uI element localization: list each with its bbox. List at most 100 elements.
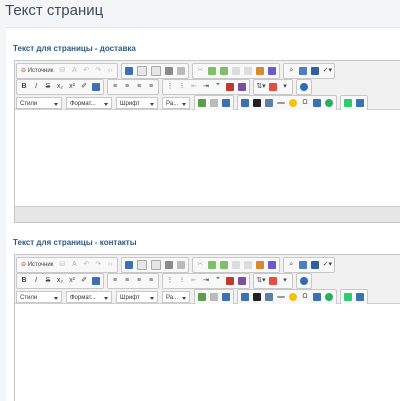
paste-text-icon[interactable] bbox=[232, 260, 241, 269]
bidi-icon[interactable] bbox=[238, 82, 246, 91]
bg-color-icon[interactable] bbox=[269, 276, 277, 285]
outdent-icon[interactable]: ⇤ bbox=[189, 276, 199, 286]
div-container-icon[interactable] bbox=[226, 276, 234, 285]
save-template-icon[interactable]: ⛁ bbox=[57, 260, 67, 270]
table-icon[interactable] bbox=[265, 292, 273, 301]
link-icon[interactable] bbox=[198, 98, 206, 107]
numbered-list-icon[interactable]: ⋮ bbox=[165, 82, 175, 92]
source-button[interactable]: ⊖ Источник bbox=[19, 66, 55, 76]
search-icon[interactable]: ⌕ bbox=[286, 66, 296, 76]
blockquote-icon[interactable]: ❞ bbox=[213, 276, 223, 286]
bulleted-list-icon[interactable]: ⁝ bbox=[177, 276, 187, 286]
align-left-icon[interactable]: ≡ bbox=[110, 82, 120, 92]
anchor-icon[interactable] bbox=[222, 292, 230, 301]
replace-icon[interactable] bbox=[268, 66, 277, 75]
paste-word-icon[interactable] bbox=[244, 260, 253, 269]
subscript-button[interactable]: x₂ bbox=[55, 82, 65, 92]
print-icon[interactable] bbox=[165, 66, 174, 75]
preview-icon[interactable] bbox=[151, 259, 162, 270]
table-icon[interactable] bbox=[265, 98, 273, 107]
templates-icon[interactable] bbox=[177, 66, 186, 75]
editor-content-delivery[interactable] bbox=[15, 110, 400, 206]
strike-button[interactable]: S bbox=[43, 82, 53, 92]
numbered-list-icon[interactable]: ⋮ bbox=[165, 276, 175, 286]
align-center-icon[interactable]: ≡ bbox=[122, 82, 132, 92]
remove-format-icon[interactable]: ✐ bbox=[79, 276, 89, 286]
align-left-icon[interactable]: ≡ bbox=[110, 276, 120, 286]
maximize-icon[interactable] bbox=[311, 260, 320, 269]
info-icon[interactable] bbox=[300, 276, 308, 285]
styles-select[interactable]: Стили bbox=[16, 290, 62, 303]
font-select[interactable]: Шрифт bbox=[116, 290, 158, 303]
blockquote-icon[interactable]: ❞ bbox=[213, 82, 223, 92]
copy-format-icon[interactable] bbox=[92, 276, 100, 285]
iframe-icon[interactable] bbox=[325, 292, 333, 301]
editor-content-contacts[interactable] bbox=[15, 304, 400, 400]
text-color-icon[interactable]: ⇅▾ bbox=[256, 82, 266, 92]
select-all-icon[interactable] bbox=[299, 260, 308, 269]
cut-icon[interactable]: ✂ bbox=[195, 66, 205, 76]
info-icon[interactable] bbox=[300, 82, 308, 91]
new-page-icon[interactable] bbox=[137, 259, 148, 270]
find-icon[interactable] bbox=[256, 260, 265, 269]
smiley-icon[interactable] bbox=[289, 292, 297, 301]
italic-button[interactable]: I bbox=[31, 82, 41, 92]
italic-button[interactable]: I bbox=[31, 276, 41, 286]
align-right-icon[interactable]: ≡ bbox=[134, 82, 144, 92]
paste-icon[interactable] bbox=[220, 66, 229, 75]
special-char-icon[interactable]: Ω bbox=[300, 292, 310, 302]
unlink-icon[interactable] bbox=[210, 292, 218, 301]
paste-word-icon[interactable] bbox=[244, 66, 253, 75]
format-select[interactable]: Формат... bbox=[66, 96, 112, 109]
preview-icon[interactable] bbox=[151, 65, 162, 76]
letter-a-icon[interactable]: A bbox=[69, 66, 79, 76]
superscript-button[interactable]: x² bbox=[67, 82, 77, 92]
size-select[interactable]: Ра... bbox=[162, 96, 190, 109]
code-icon[interactable]: ‹› bbox=[105, 66, 115, 76]
paste-icon[interactable] bbox=[220, 260, 229, 269]
search-icon[interactable]: ⌕ bbox=[286, 260, 296, 270]
find-icon[interactable] bbox=[256, 66, 265, 75]
indent-icon[interactable]: ⇥ bbox=[201, 276, 211, 286]
code-icon[interactable]: ‹› bbox=[105, 260, 115, 270]
page-break-icon[interactable] bbox=[313, 292, 321, 301]
flash-icon[interactable] bbox=[253, 98, 261, 107]
show-blocks-icon[interactable] bbox=[356, 292, 364, 301]
save-icon[interactable] bbox=[125, 66, 134, 75]
color-dropdown-icon[interactable]: ▾ bbox=[280, 82, 290, 92]
fullscreen-icon[interactable] bbox=[344, 98, 352, 107]
horizontal-rule-icon[interactable] bbox=[277, 295, 285, 298]
bg-color-icon[interactable] bbox=[269, 82, 277, 91]
select-all-icon[interactable] bbox=[299, 66, 308, 75]
special-char-icon[interactable]: Ω bbox=[300, 98, 310, 108]
copy-format-icon[interactable] bbox=[92, 82, 100, 91]
align-center-icon[interactable]: ≡ bbox=[122, 276, 132, 286]
outdent-icon[interactable]: ⇤ bbox=[189, 82, 199, 92]
smiley-icon[interactable] bbox=[289, 98, 297, 107]
save-template-icon[interactable]: ⛁ bbox=[57, 66, 67, 76]
align-justify-icon[interactable]: ≡ bbox=[146, 276, 156, 286]
flash-icon[interactable] bbox=[253, 292, 261, 301]
templates-icon[interactable] bbox=[177, 260, 186, 269]
strike-button[interactable]: S bbox=[43, 276, 53, 286]
bidi-icon[interactable] bbox=[238, 276, 246, 285]
print-icon[interactable] bbox=[165, 260, 174, 269]
text-color-icon[interactable]: ⇅▾ bbox=[256, 276, 266, 286]
iframe-icon[interactable] bbox=[325, 98, 333, 107]
unlink-icon[interactable] bbox=[210, 98, 218, 107]
bulleted-list-icon[interactable]: ⁝ bbox=[177, 82, 187, 92]
undo-icon[interactable]: ↶ bbox=[81, 260, 91, 270]
maximize-icon[interactable] bbox=[311, 66, 320, 75]
color-dropdown-icon[interactable]: ▾ bbox=[280, 276, 290, 286]
image-icon[interactable] bbox=[241, 98, 249, 107]
new-page-icon[interactable] bbox=[137, 65, 148, 76]
cut-icon[interactable]: ✂ bbox=[195, 260, 205, 270]
spellcheck-icon[interactable]: ✓▾ bbox=[322, 66, 332, 76]
indent-icon[interactable]: ⇥ bbox=[201, 82, 211, 92]
link-icon[interactable] bbox=[198, 292, 206, 301]
undo-icon[interactable]: ↶ bbox=[81, 66, 91, 76]
anchor-icon[interactable] bbox=[222, 98, 230, 107]
superscript-button[interactable]: x² bbox=[67, 276, 77, 286]
align-right-icon[interactable]: ≡ bbox=[134, 276, 144, 286]
image-icon[interactable] bbox=[241, 292, 249, 301]
